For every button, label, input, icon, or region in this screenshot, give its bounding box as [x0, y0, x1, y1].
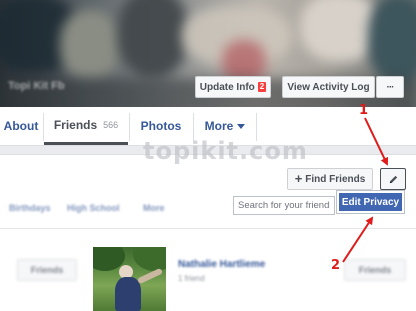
friend-status-label-right: Friends	[358, 265, 392, 275]
edit-privacy-label: Edit Privacy	[341, 196, 400, 208]
tab-photos-label: Photos	[140, 119, 182, 133]
edit-privacy-menu-item[interactable]: Edit Privacy	[339, 193, 402, 211]
friend-status-label: Friends	[30, 265, 64, 275]
pencil-icon	[389, 175, 397, 183]
friend-status-button-right[interactable]: Friends	[344, 259, 406, 281]
friend-subtitle: 1 friend	[178, 274, 205, 283]
more-options-button[interactable]: ···	[376, 76, 404, 98]
friends-count: 566	[103, 119, 119, 130]
chevron-down-icon	[237, 123, 246, 129]
tab-about[interactable]: About	[0, 107, 42, 145]
divider	[0, 228, 416, 229]
plus-icon: +	[294, 171, 303, 186]
update-info-button[interactable]: Update Info 2	[195, 76, 271, 98]
notification-badge: 2	[257, 82, 267, 92]
friends-search-input[interactable]	[233, 196, 335, 215]
subtab-more[interactable]: More	[143, 203, 165, 213]
tab-more-label: More	[204, 119, 234, 133]
view-activity-log-button[interactable]: View Activity Log	[282, 76, 375, 98]
profile-name: Topi Kit Fb	[8, 80, 65, 92]
ellipsis-icon: ···	[386, 81, 395, 93]
annotation-step-2: 2	[331, 258, 341, 273]
edit-dropdown-menu: Edit Privacy	[336, 190, 405, 214]
subtab-birthdays[interactable]: Birthdays	[9, 203, 51, 213]
update-info-label: Update Info	[199, 81, 255, 93]
watermark: topikit.com	[143, 137, 308, 165]
subtab-high-school[interactable]: High School	[67, 203, 120, 213]
find-friends-button[interactable]: + Find Friends	[287, 168, 373, 190]
friend-name-link[interactable]: Nathalie Hartlieme	[178, 259, 265, 270]
view-activity-log-label: View Activity Log	[287, 81, 370, 93]
tab-about-label: About	[3, 119, 39, 133]
friend-profile-photo[interactable]	[93, 247, 166, 311]
tab-friends-label: Friends	[53, 117, 98, 132]
friend-status-button[interactable]: Friends	[17, 259, 77, 281]
edit-friends-button[interactable]	[380, 168, 406, 190]
find-friends-label: Find Friends	[305, 173, 366, 185]
tab-friends[interactable]: Friends 566	[44, 107, 128, 145]
annotation-step-1: 1	[359, 103, 369, 118]
